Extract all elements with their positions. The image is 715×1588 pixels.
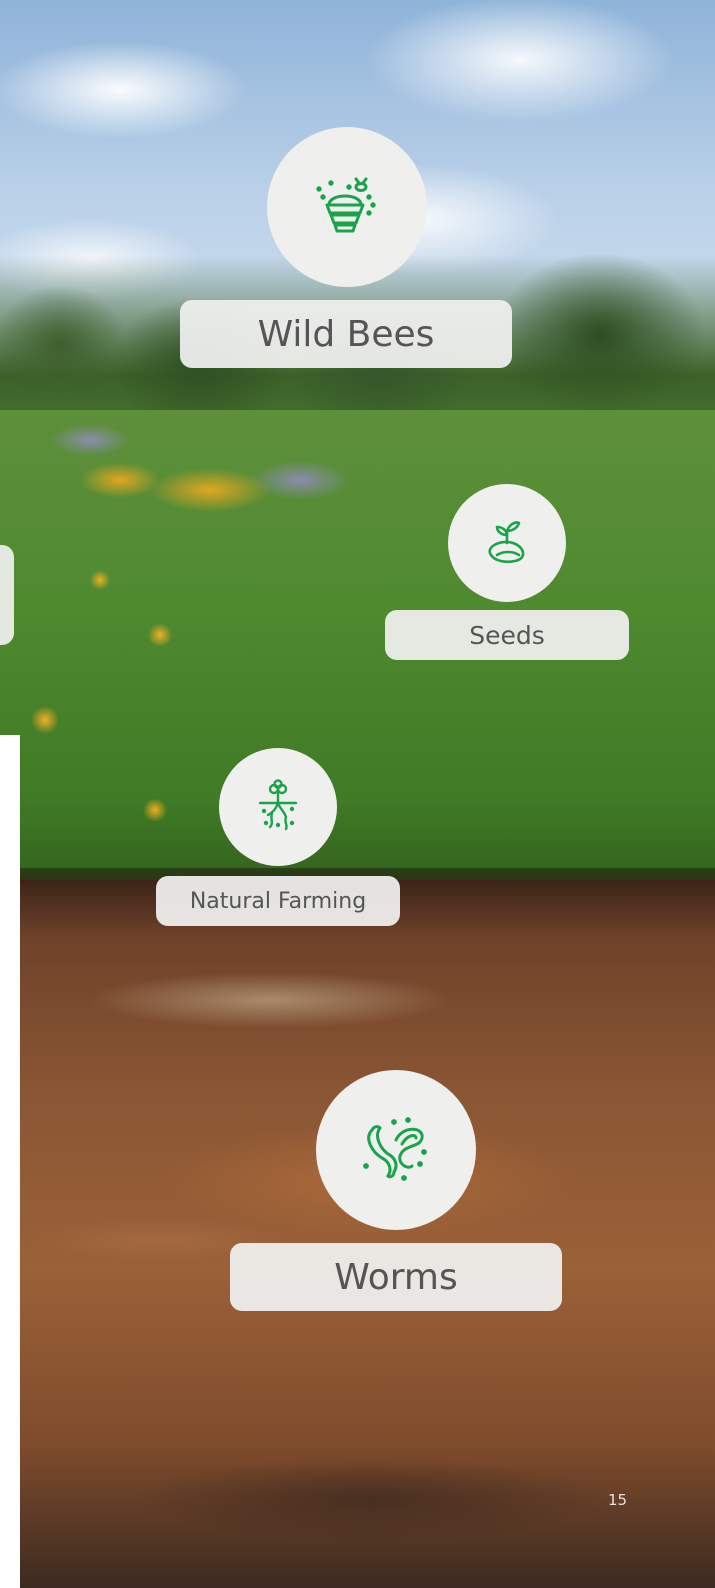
seeds-label: Seeds [385, 610, 629, 660]
wild-bees-label: Wild Bees [180, 300, 512, 368]
bee-hive-icon [309, 169, 385, 245]
plant-roots-icon [248, 777, 308, 837]
sprouting-seed-icon [477, 513, 537, 573]
page-margin [0, 735, 20, 1588]
worms-label: Worms [230, 1243, 562, 1311]
seeds-badge [448, 484, 566, 602]
soil-cross-section [20, 880, 715, 1588]
natural-farming-badge [219, 748, 337, 866]
natural-farming-label: Natural Farming [156, 876, 400, 926]
edge-label-tab [0, 545, 14, 645]
wild-bees-badge [267, 127, 427, 287]
page-number: 15 [608, 1491, 628, 1509]
worms-badge [316, 1070, 476, 1230]
worms-icon [354, 1108, 438, 1192]
